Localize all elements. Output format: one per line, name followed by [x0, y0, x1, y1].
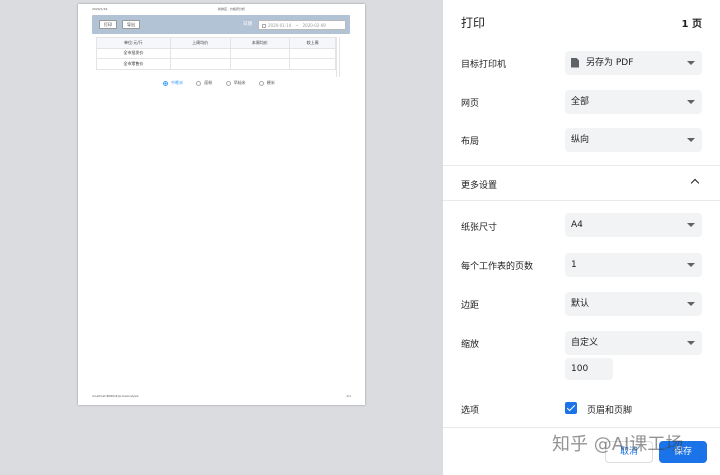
pages-per-sheet-select[interactable]: 1 [565, 253, 702, 277]
destination-value: 另存为 PDF [586, 58, 634, 68]
pages-per-sheet-value: 1 [571, 260, 577, 270]
grain-radio-group: 中晚米 面粉 早籼米 粳米 [163, 80, 287, 86]
radio-dot-icon [196, 80, 202, 86]
table-scrollbar [336, 37, 340, 77]
dropdown-arrow-icon [687, 341, 695, 345]
date-range-picker: 2020-01-14 ~2020-02-09 [258, 20, 346, 30]
margins-value: 默认 [571, 299, 590, 309]
radio-dot-icon [163, 80, 168, 86]
page-count: 1 页 [681, 19, 702, 30]
table-header-row: 单位:元/斤 上周均价 本周均价 较上周 [96, 37, 336, 49]
print-preview-area: 2020/1/16 新鲜店 · 价格周分析 打印 导出 日期 2020-01-1… [0, 0, 443, 475]
destination-label: 目标打印机 [461, 60, 507, 70]
preview-export-button: 导出 [122, 20, 140, 29]
table-cell [289, 47, 336, 59]
watermark: 知乎 @AI课工场 [552, 434, 684, 455]
options-label: 选项 [461, 406, 480, 416]
margins-label: 边距 [461, 301, 480, 311]
radio-dot-icon [258, 80, 264, 86]
layout-value: 纵向 [571, 135, 590, 145]
dropdown-arrow-icon [687, 138, 695, 142]
file-icon [571, 57, 579, 68]
headers-footers-label[interactable]: 页眉和页脚 [587, 403, 632, 416]
radio-dot-icon [225, 80, 231, 86]
destination-select[interactable]: 另存为 PDF [565, 51, 702, 75]
scale-value: 自定义 [571, 338, 599, 348]
paper-size-select[interactable]: A4 [565, 213, 702, 237]
table-cell [169, 58, 231, 70]
panel-title: 打印 [461, 16, 486, 30]
preview-page: 2020/1/16 新鲜店 · 价格周分析 打印 导出 日期 2020-01-1… [78, 4, 365, 405]
dropdown-arrow-icon [687, 263, 695, 267]
radio-option: 粳米 [258, 80, 275, 86]
date-end: 2020-02-09 [302, 23, 326, 28]
table-row: 全市批发价 [96, 47, 336, 59]
radio-option: 中晚米 [163, 80, 183, 86]
table-header-cell: 本周均价 [229, 37, 291, 49]
print-settings-panel: 打印 1 页 目标打印机 另存为 PDF 网页 全部 布局 纵向 更多设置 纸张… [443, 0, 720, 475]
dropdown-arrow-icon [687, 223, 695, 227]
scale-select[interactable]: 自定义 [565, 331, 702, 355]
table-row: 全市零售价 [96, 58, 336, 70]
chevron-up-icon[interactable] [690, 178, 700, 188]
page-header-title: 新鲜店 · 价格周分析 [218, 7, 245, 11]
paper-size-value: A4 [571, 220, 583, 230]
margins-select[interactable]: 默认 [565, 292, 702, 316]
page-footer-url: localhost:8080/#/priceAnalysis [92, 394, 139, 398]
paper-size-label: 纸张尺寸 [461, 223, 498, 233]
table-cell: 全市批发价 [96, 47, 171, 59]
radio-label: 面粉 [204, 80, 213, 85]
table-cell [229, 47, 291, 59]
pages-select[interactable]: 全部 [565, 90, 702, 114]
radio-label: 早籼米 [233, 80, 246, 85]
radio-option: 早籼米 [225, 80, 246, 86]
calendar-icon [262, 24, 266, 28]
divider [443, 200, 720, 201]
pages-per-sheet-label: 每个工作表的页数 [461, 262, 534, 272]
page-footer-number: 1/1 [346, 394, 351, 398]
table-cell [289, 58, 336, 70]
scale-custom-input[interactable]: 100 [565, 358, 613, 380]
page-header-date: 2020/1/16 [92, 7, 108, 11]
dropdown-arrow-icon [687, 302, 695, 306]
date-start: 2020-01-14 [268, 23, 292, 28]
dropdown-arrow-icon [687, 61, 695, 65]
preview-toolbar: 打印 导出 日期 2020-01-14 ~2020-02-09 [92, 15, 350, 34]
table-header-cell: 较上周 [289, 37, 336, 49]
table-cell [169, 47, 231, 59]
layout-select[interactable]: 纵向 [565, 128, 702, 152]
date-separator: ~ [295, 23, 299, 28]
radio-label: 中晚米 [171, 80, 183, 85]
table-header-cell: 上周均价 [169, 37, 231, 49]
layout-label: 布局 [461, 137, 480, 147]
scale-label: 缩放 [461, 340, 480, 350]
pages-value: 全部 [571, 97, 590, 107]
price-table: 单位:元/斤 上周均价 本周均价 较上周 全市批发价 全市零售价 [96, 37, 336, 70]
radio-label: 粳米 [266, 80, 275, 85]
table-header-cell: 单位:元/斤 [96, 37, 171, 49]
more-settings-toggle[interactable]: 更多设置 [461, 178, 497, 191]
table-cell [229, 58, 291, 70]
divider [443, 165, 720, 166]
table-cell: 全市零售价 [96, 58, 171, 70]
date-label: 日期 [243, 22, 252, 27]
pages-label: 网页 [461, 99, 480, 109]
dropdown-arrow-icon [687, 100, 695, 104]
radio-option: 面粉 [196, 80, 212, 86]
preview-print-button: 打印 [99, 20, 117, 29]
headers-footers-checkbox[interactable] [565, 402, 577, 414]
